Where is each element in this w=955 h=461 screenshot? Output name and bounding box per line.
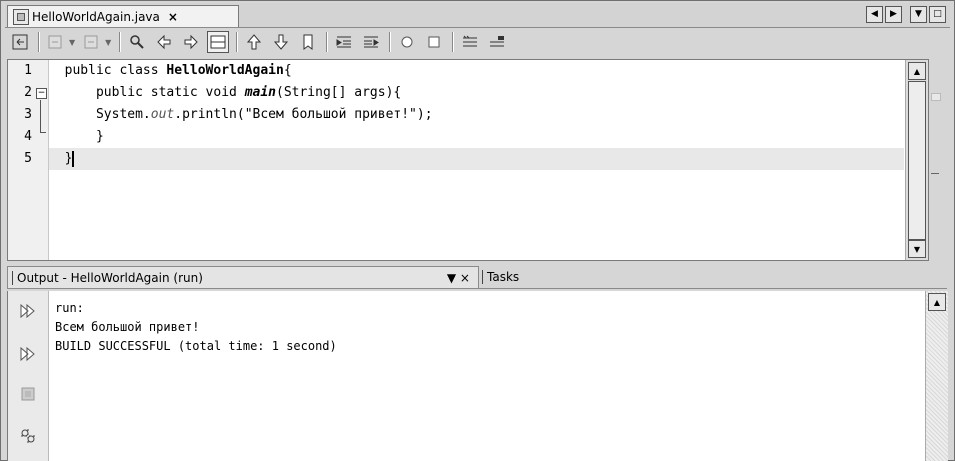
code-line: public class HelloWorldAgain{ <box>64 63 292 78</box>
code-line: public static void main(String[] args){ <box>95 85 402 100</box>
toolbar-separator <box>389 32 392 52</box>
close-tab-icon[interactable]: × <box>168 10 178 24</box>
stop-macro-icon[interactable] <box>423 31 445 53</box>
previous-bookmark-icon[interactable] <box>243 31 265 53</box>
scroll-tabs-right-button[interactable]: ▶ <box>885 6 902 23</box>
line-number: 3 <box>24 107 32 122</box>
find-next-icon[interactable] <box>180 31 202 53</box>
scrollbar-thumb[interactable] <box>908 81 926 240</box>
history-forward-dropdown-icon[interactable]: ▼ <box>105 38 111 47</box>
fold-collapse-icon[interactable]: − <box>36 88 47 99</box>
output-tab[interactable]: Output - HelloWorldAgain (run) ▼ × <box>7 266 479 288</box>
scroll-down-arrow-icon[interactable]: ▼ <box>908 240 926 258</box>
tab-grip <box>482 269 483 284</box>
history-back-icon[interactable] <box>45 31 67 53</box>
output-vertical-scrollbar[interactable]: ▲ <box>925 291 948 461</box>
find-previous-icon[interactable] <box>153 31 175 53</box>
next-bookmark-icon[interactable] <box>270 31 292 53</box>
tasks-tab[interactable]: Tasks <box>482 266 519 287</box>
find-selection-icon[interactable] <box>126 31 148 53</box>
comment-icon[interactable] <box>459 31 481 53</box>
fold-guide <box>40 100 41 132</box>
line-number: 5 <box>24 151 32 166</box>
uncomment-icon[interactable] <box>486 31 508 53</box>
output-line: run: <box>55 301 84 315</box>
output-panel[interactable]: run: Всем большой привет! BUILD SUCCESSF… <box>7 291 948 461</box>
rerun-icon[interactable] <box>18 301 38 321</box>
code-area[interactable]: public class HelloWorldAgain{ public sta… <box>49 60 904 260</box>
output-tab-controls[interactable]: ▼ × <box>447 271 470 285</box>
stop-icon[interactable] <box>18 384 38 404</box>
output-line: BUILD SUCCESSFUL (total time: 1 second) <box>55 339 337 353</box>
code-line: System.out.println("Всем большой привет!… <box>95 107 433 122</box>
maximize-window-button[interactable]: □ <box>929 6 946 23</box>
editor-tab[interactable]: HelloWorldAgain.java × <box>7 5 239 27</box>
editor-tab-label: HelloWorldAgain.java <box>32 9 160 24</box>
toggle-bookmark-icon[interactable] <box>297 31 319 53</box>
editor-vertical-scrollbar[interactable]: ▲ ▼ <box>905 60 928 260</box>
back-to-source-icon[interactable] <box>9 31 31 53</box>
tab-grip <box>12 270 13 285</box>
output-line: Всем большой привет! <box>55 320 200 334</box>
editor-tab-strip: HelloWorldAgain.java × ◀ ▶ ▼ □ <box>5 3 950 28</box>
output-tab-strip: Output - HelloWorldAgain (run) ▼ × Tasks <box>7 265 947 289</box>
history-back-dropdown-icon[interactable]: ▼ <box>69 38 75 47</box>
error-stripe-marker <box>931 93 941 101</box>
line-number: 1 <box>24 63 32 78</box>
code-editor[interactable]: 1 2 3 4 5 − public class HelloWorldAgain… <box>7 59 929 261</box>
rerun-with-args-icon[interactable] <box>18 344 38 364</box>
shift-left-icon[interactable] <box>333 31 355 53</box>
shift-right-icon[interactable] <box>360 31 382 53</box>
output-text: run: Всем большой привет! BUILD SUCCESSF… <box>55 299 337 356</box>
window-controls: ◀ ▶ ▼ □ <box>866 6 946 23</box>
settings-icon[interactable] <box>18 426 38 446</box>
toolbar-separator <box>236 32 239 52</box>
toggle-highlight-icon[interactable] <box>207 31 230 53</box>
tasks-tab-label: Tasks <box>487 269 520 284</box>
code-line: } <box>95 129 104 144</box>
current-code-line: } <box>49 148 904 170</box>
line-number: 4 <box>24 129 32 144</box>
toolbar-separator <box>452 32 455 52</box>
output-sidebar <box>8 291 49 461</box>
toolbar-separator <box>38 32 40 52</box>
editor-toolbar: ▼ ▼ <box>9 29 947 55</box>
toolbar-separator <box>326 32 329 52</box>
toolbar-separator <box>119 32 122 52</box>
ide-window: HelloWorldAgain.java × ◀ ▶ ▼ □ ▼ ▼ 1 2 3… <box>0 0 955 461</box>
scroll-up-arrow-icon[interactable]: ▲ <box>928 293 946 311</box>
history-forward-icon[interactable] <box>81 31 103 53</box>
line-number: 2 <box>24 85 32 100</box>
java-file-icon <box>13 8 29 25</box>
output-tab-label: Output - HelloWorldAgain (run) <box>17 270 203 285</box>
caret-position-marker <box>931 173 939 174</box>
scroll-tabs-left-button[interactable]: ◀ <box>866 6 883 23</box>
text-caret <box>72 150 75 167</box>
line-number-gutter: 1 2 3 4 5 − <box>8 60 49 260</box>
fold-guide-end <box>40 132 46 133</box>
show-opened-documents-button[interactable]: ▼ <box>910 6 927 23</box>
start-macro-icon[interactable] <box>396 31 418 53</box>
scroll-up-arrow-icon[interactable]: ▲ <box>908 62 926 80</box>
